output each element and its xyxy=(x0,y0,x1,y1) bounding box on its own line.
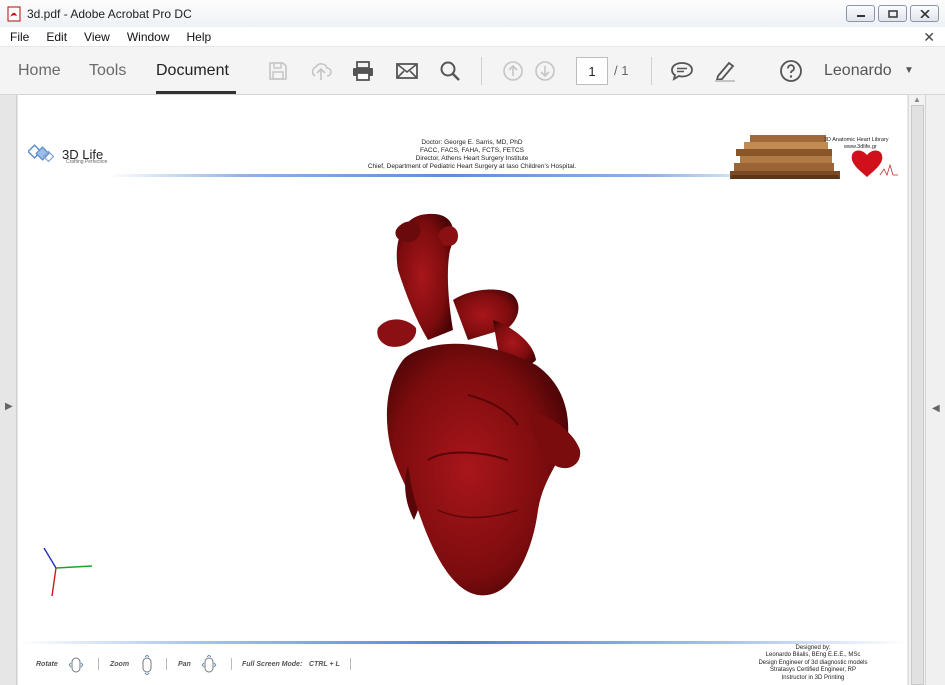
control-separator xyxy=(98,658,99,670)
expand-left-panel-icon[interactable]: ▶ xyxy=(5,401,13,412)
menu-window[interactable]: Window xyxy=(117,30,177,44)
library-url: www.3dlife.gr xyxy=(844,144,877,150)
fullscreen-label: Full Screen Mode: xyxy=(242,661,303,668)
minimize-icon xyxy=(856,14,865,17)
upload-icon[interactable] xyxy=(309,59,333,83)
menu-bar: File Edit View Window Help ✕ xyxy=(0,27,945,47)
page-total: / 1 xyxy=(614,63,629,78)
mouse-pan-icon xyxy=(201,655,217,673)
acrobat-pdf-icon xyxy=(7,6,21,21)
doctor-line: Director, Athens Heart Surgery Institute xyxy=(415,155,529,162)
page-up-icon[interactable] xyxy=(501,59,525,83)
print-icon[interactable] xyxy=(351,59,375,83)
footer-divider xyxy=(18,641,907,644)
doctor-line: Doctor: George E. Sarris, MD, PhD xyxy=(421,139,523,146)
vertical-scrollbar[interactable]: ▲ xyxy=(908,95,925,685)
menu-help[interactable]: Help xyxy=(177,30,219,44)
comment-icon[interactable] xyxy=(670,59,694,83)
doctor-credentials: Doctor: George E. Sarris, MD, PhD FACC, … xyxy=(338,139,606,171)
highlight-pen-icon[interactable] xyxy=(713,59,737,83)
page-number-input[interactable] xyxy=(576,57,608,85)
save-icon[interactable] xyxy=(266,59,290,83)
email-icon[interactable] xyxy=(395,59,419,83)
rotate-label: Rotate xyxy=(36,661,58,668)
restore-button[interactable] xyxy=(878,5,907,22)
tab-home[interactable]: Home xyxy=(18,62,61,80)
control-separator xyxy=(166,658,167,670)
user-menu[interactable]: Leonardo xyxy=(824,62,892,80)
right-panel-rail[interactable]: ◀ xyxy=(925,95,945,685)
help-icon[interactable] xyxy=(779,59,803,83)
tab-document[interactable]: Document xyxy=(156,62,229,80)
fullscreen-shortcut: CTRL + L xyxy=(309,661,340,668)
menu-file[interactable]: File xyxy=(0,30,36,44)
designer-credits: Designed by: Leonardo Bilalis, BEng E.E.… xyxy=(738,645,888,682)
active-tab-indicator xyxy=(156,91,236,94)
designer-line: Instructor in 3D Printing xyxy=(781,674,845,681)
toolbar-separator xyxy=(481,57,482,85)
toolbar-separator xyxy=(651,57,652,85)
menu-edit[interactable]: Edit xyxy=(36,30,74,44)
minimize-button[interactable] xyxy=(846,5,875,22)
doctor-line: Chief, Department of Pediatric Heart Sur… xyxy=(367,163,577,170)
document-area: ▶ 3D Life Crafting Perfection Doctor: Ge… xyxy=(0,95,945,685)
restore-icon xyxy=(887,9,898,18)
search-icon[interactable] xyxy=(438,59,462,83)
library-title: 3D Anatomic Heart Library xyxy=(824,137,889,143)
designer-line: Design Engineer of 3d diagnostic models xyxy=(758,659,868,666)
control-separator xyxy=(231,658,232,670)
close-icon xyxy=(919,9,930,18)
scroll-up-icon[interactable]: ▲ xyxy=(913,95,921,104)
3dlife-logo: 3D Life Crafting Perfection xyxy=(28,141,107,167)
menu-view[interactable]: View xyxy=(74,30,117,44)
control-separator xyxy=(350,658,351,670)
mouse-zoom-icon xyxy=(142,655,152,675)
pdf-page: 3D Life Crafting Perfection Doctor: Geor… xyxy=(18,95,907,685)
heart-3d-model[interactable] xyxy=(358,210,608,605)
expand-right-panel-icon[interactable]: ◀ xyxy=(932,403,940,414)
logo-tagline: Crafting Perfection xyxy=(66,159,108,165)
mouse-rotate-icon xyxy=(68,657,84,673)
designer-line: Stratasys Certified Engineer, RP xyxy=(769,667,857,674)
designer-line: Leonardo Bilalis, BEng E.E.E., MSc xyxy=(765,652,861,659)
zoom-label: Zoom xyxy=(110,661,130,668)
header-divider xyxy=(108,174,788,177)
axes-orientation-icon xyxy=(43,547,93,597)
close-window-button[interactable] xyxy=(910,5,939,22)
left-panel-rail[interactable]: ▶ xyxy=(0,95,17,685)
toolbar: Home Tools Document / 1 Leonardo ▼ xyxy=(0,47,945,95)
tab-tools[interactable]: Tools xyxy=(89,62,126,80)
window-title: 3d.pdf - Adobe Acrobat Pro DC xyxy=(27,6,192,21)
close-document-icon[interactable]: ✕ xyxy=(923,29,935,46)
chevron-down-icon[interactable]: ▼ xyxy=(904,65,914,76)
3dlife-logo-icon xyxy=(28,144,55,163)
doctor-line: FACC, FACS, FAHA, FCTS, FETCS xyxy=(419,147,524,154)
title-bar: 3d.pdf - Adobe Acrobat Pro DC xyxy=(0,0,945,27)
page-down-icon[interactable] xyxy=(533,59,557,83)
scrollbar-thumb[interactable] xyxy=(911,105,924,685)
pan-label: Pan xyxy=(178,661,191,668)
designer-line: Designed by: xyxy=(795,645,831,651)
